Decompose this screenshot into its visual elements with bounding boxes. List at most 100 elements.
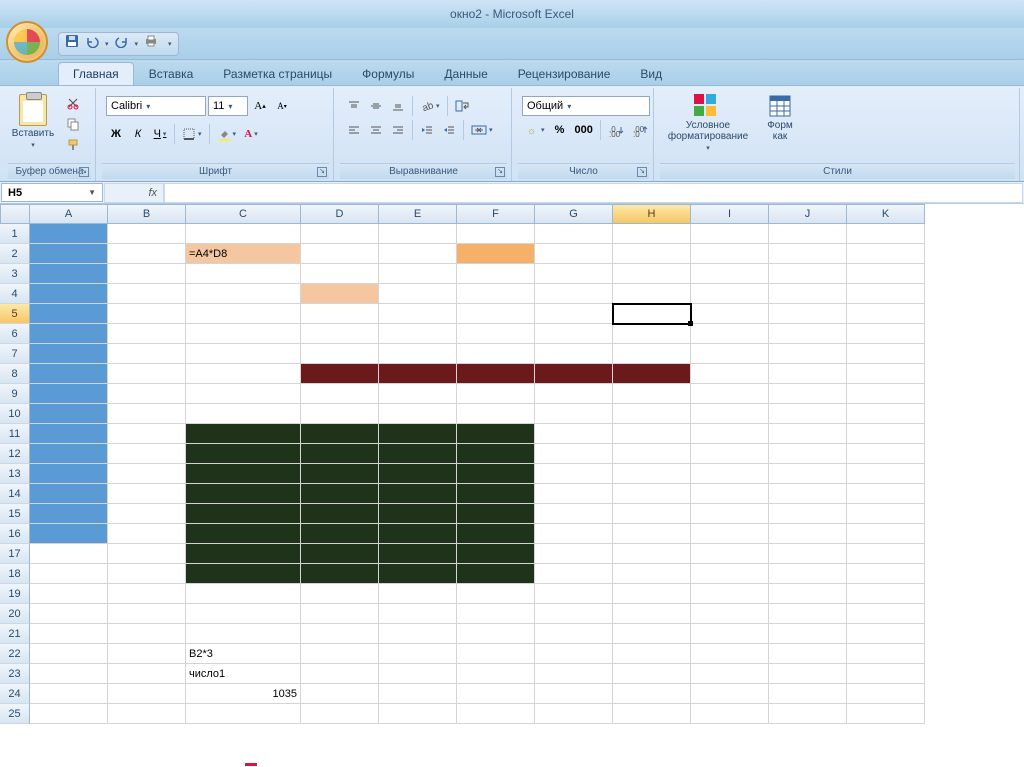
copy-button[interactable]	[64, 115, 82, 133]
cell[interactable]	[457, 504, 535, 524]
cell[interactable]	[847, 564, 925, 584]
cell[interactable]	[535, 664, 613, 684]
cell[interactable]	[535, 404, 613, 424]
qat-customize-icon[interactable]: ▾	[168, 40, 172, 48]
cell[interactable]	[847, 684, 925, 704]
cell[interactable]	[847, 304, 925, 324]
cell[interactable]	[379, 564, 457, 584]
font-color-button[interactable]: A	[241, 124, 261, 144]
cell[interactable]	[186, 484, 301, 504]
cell[interactable]	[186, 364, 301, 384]
cell[interactable]	[769, 404, 847, 424]
cell[interactable]	[691, 484, 769, 504]
cell[interactable]	[30, 524, 108, 544]
cell[interactable]	[379, 284, 457, 304]
row-header[interactable]: 9	[0, 384, 30, 404]
cell[interactable]	[379, 544, 457, 564]
tab-home[interactable]: Главная	[58, 62, 134, 85]
cell[interactable]	[613, 584, 691, 604]
column-header[interactable]: D	[301, 204, 379, 224]
clipboard-launcher[interactable]: ↘	[79, 167, 89, 177]
merge-center-button[interactable]	[468, 120, 496, 140]
cell[interactable]	[457, 244, 535, 264]
cell[interactable]	[301, 404, 379, 424]
cell[interactable]	[379, 264, 457, 284]
cell[interactable]	[30, 624, 108, 644]
percent-button[interactable]: %	[550, 120, 570, 140]
cell[interactable]	[108, 284, 186, 304]
row-header[interactable]: 4	[0, 284, 30, 304]
cell[interactable]	[691, 224, 769, 244]
cell[interactable]	[613, 564, 691, 584]
cell[interactable]	[847, 504, 925, 524]
cell[interactable]	[691, 444, 769, 464]
cell[interactable]	[108, 624, 186, 644]
cell[interactable]	[769, 584, 847, 604]
cell[interactable]	[301, 664, 379, 684]
cell[interactable]	[457, 304, 535, 324]
column-header[interactable]: K	[847, 204, 925, 224]
cell[interactable]	[535, 364, 613, 384]
formula-input[interactable]	[164, 183, 1023, 203]
cell[interactable]	[535, 604, 613, 624]
cell[interactable]: число1	[186, 664, 301, 684]
cell[interactable]	[379, 584, 457, 604]
undo-icon[interactable]	[85, 34, 99, 53]
office-button[interactable]	[6, 21, 48, 63]
cell[interactable]	[535, 504, 613, 524]
cell[interactable]	[613, 704, 691, 724]
cell[interactable]	[301, 424, 379, 444]
font-name-combo[interactable]: Calibri▾	[106, 96, 206, 116]
cell[interactable]	[691, 304, 769, 324]
font-size-combo[interactable]: 11▾	[208, 96, 248, 116]
cell[interactable]	[379, 484, 457, 504]
cell[interactable]	[301, 224, 379, 244]
column-header[interactable]: I	[691, 204, 769, 224]
row-header[interactable]: 8	[0, 364, 30, 384]
cell[interactable]	[186, 624, 301, 644]
cell[interactable]	[301, 444, 379, 464]
cell[interactable]	[457, 384, 535, 404]
cell[interactable]	[535, 324, 613, 344]
cell[interactable]	[769, 364, 847, 384]
cell[interactable]	[186, 344, 301, 364]
cell[interactable]	[535, 624, 613, 644]
tab-data[interactable]: Данные	[429, 62, 502, 85]
cell[interactable]	[301, 564, 379, 584]
cell[interactable]	[108, 264, 186, 284]
cell[interactable]	[186, 304, 301, 324]
worksheet-grid[interactable]: ABCDEFGHIJK 12=A4*D834567891011121314151…	[0, 204, 1024, 724]
name-box[interactable]: H5▼	[1, 183, 103, 202]
cell[interactable]	[535, 344, 613, 364]
cell[interactable]	[613, 484, 691, 504]
cell[interactable]	[186, 544, 301, 564]
row-header[interactable]: 11	[0, 424, 30, 444]
cell[interactable]	[535, 284, 613, 304]
cell[interactable]	[30, 664, 108, 684]
cell[interactable]	[186, 384, 301, 404]
cell[interactable]	[847, 244, 925, 264]
cell[interactable]	[613, 244, 691, 264]
cell[interactable]	[457, 544, 535, 564]
cell[interactable]	[613, 224, 691, 244]
cell[interactable]	[691, 684, 769, 704]
cell[interactable]	[769, 224, 847, 244]
cell[interactable]	[457, 524, 535, 544]
cell[interactable]	[108, 704, 186, 724]
cell[interactable]	[186, 504, 301, 524]
cell[interactable]	[691, 644, 769, 664]
cell[interactable]	[613, 264, 691, 284]
cell[interactable]	[379, 624, 457, 644]
cell[interactable]	[769, 464, 847, 484]
cell[interactable]	[613, 444, 691, 464]
cell[interactable]	[379, 344, 457, 364]
accounting-format-button[interactable]: ☼	[522, 120, 548, 140]
cell[interactable]: 1035	[186, 684, 301, 704]
undo-split-icon[interactable]: ▾	[105, 40, 109, 48]
cell[interactable]	[847, 344, 925, 364]
cell[interactable]	[301, 584, 379, 604]
cell[interactable]	[691, 584, 769, 604]
cell[interactable]	[30, 604, 108, 624]
cell[interactable]	[30, 564, 108, 584]
cell[interactable]	[457, 684, 535, 704]
